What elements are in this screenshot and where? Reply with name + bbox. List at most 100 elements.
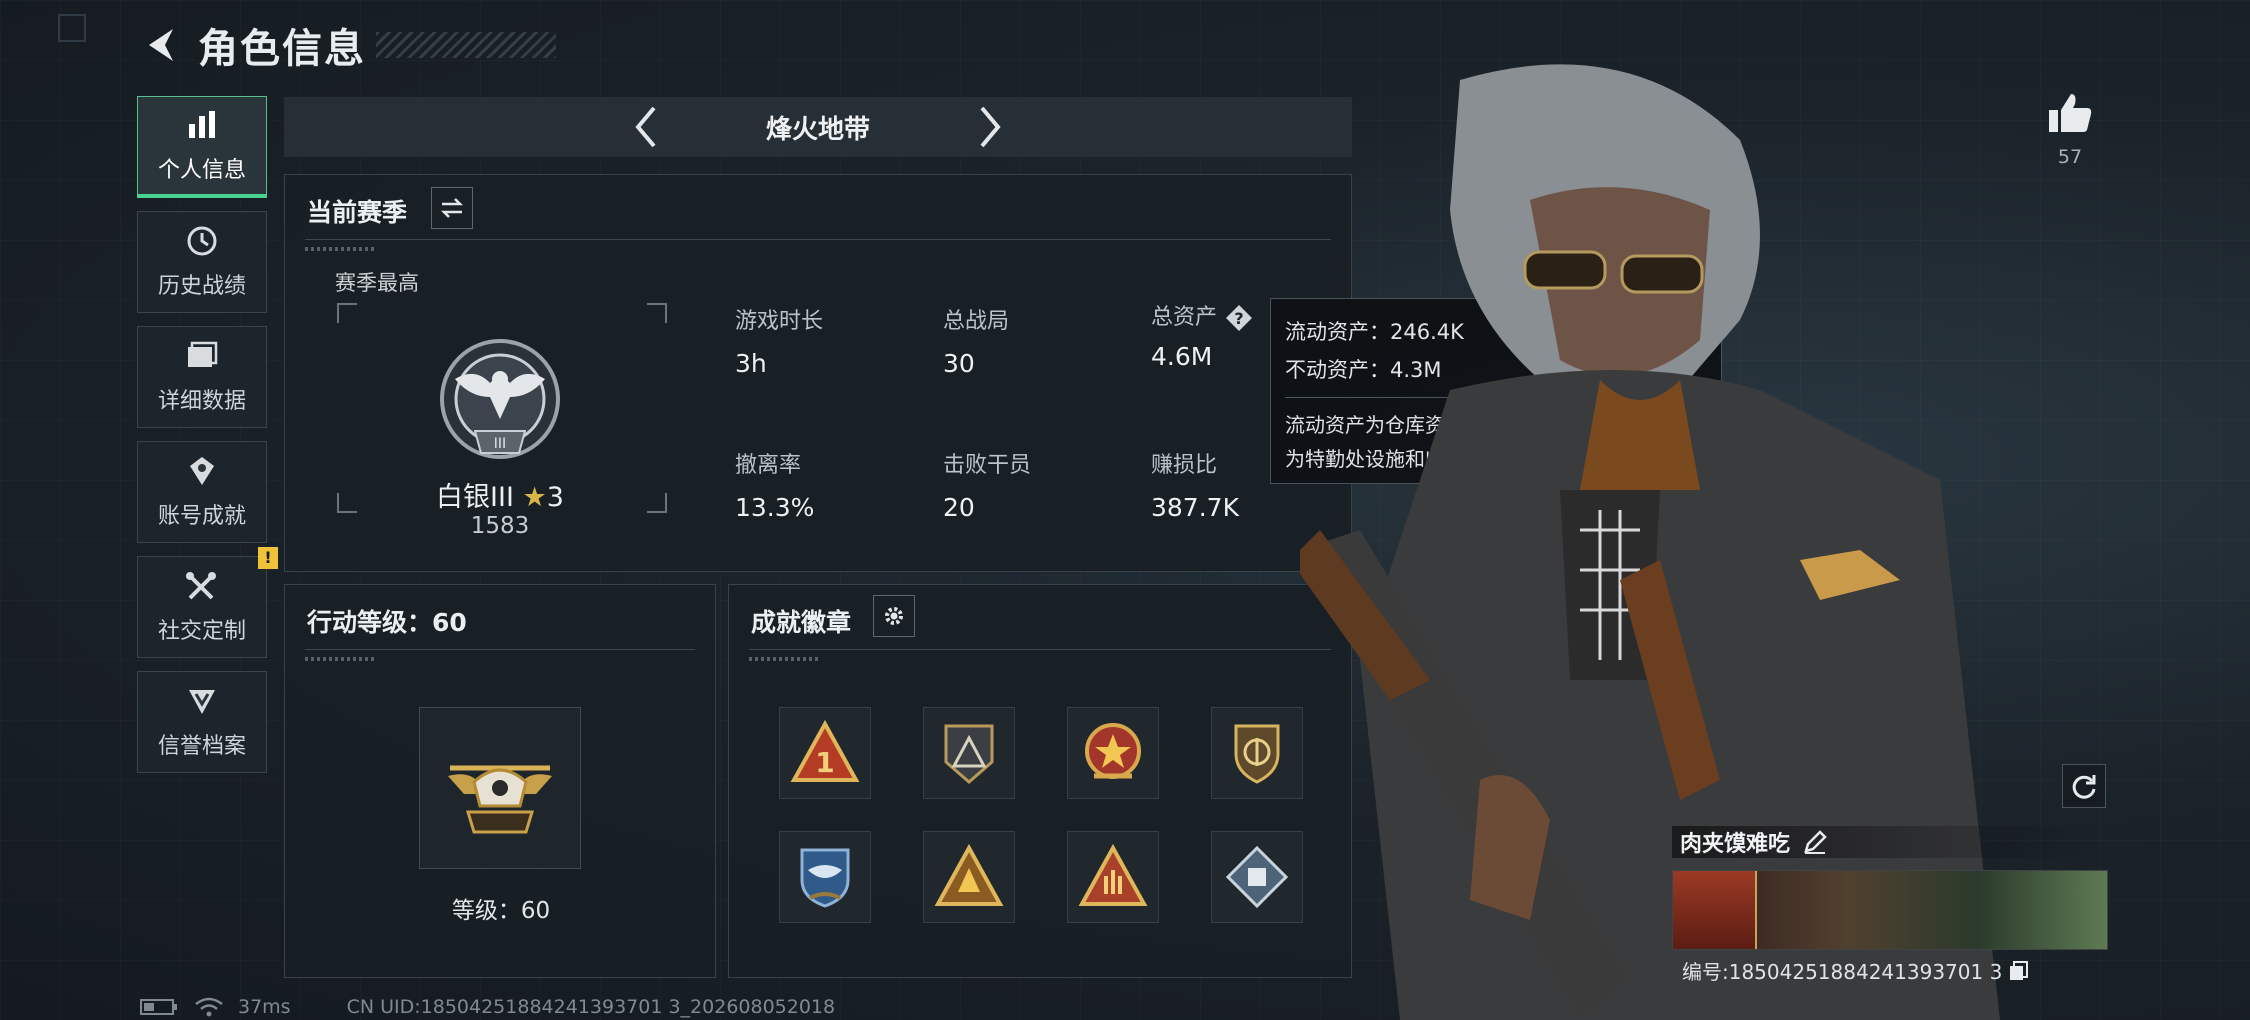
stat-label: 撤离率 [735, 453, 802, 478]
mode-name: 烽火地带 [765, 114, 870, 145]
refresh-button[interactable] [2062, 764, 2106, 808]
stat-total-assets: 总资产? 4.6M [1151, 299, 1253, 371]
frame-corner [337, 303, 357, 323]
sidebar-item-label: 详细数据 [157, 389, 246, 414]
stat-label-text: 总资产 [1151, 305, 1218, 330]
svg-text:III: III [494, 436, 506, 452]
chevron-left-icon [635, 106, 656, 148]
stat-value: 3h [735, 349, 767, 378]
stat-label: 击败干员 [943, 453, 1032, 478]
corner-decoration [58, 14, 86, 42]
refresh-icon [2072, 775, 2096, 799]
badge-slot[interactable]: 1 [779, 707, 871, 799]
divider-dots [305, 657, 375, 661]
rank-score: 1583 [470, 513, 530, 539]
player-banner [1672, 870, 2108, 950]
rank-stars: 3 [546, 482, 564, 513]
like-count: 57 [2057, 146, 2083, 168]
stat-label: 总资产? [1151, 299, 1253, 332]
sidebar-item-credit[interactable]: 信誉档案 [137, 671, 267, 773]
badge-slot[interactable] [1211, 707, 1303, 799]
stat-playtime: 游戏时长 3h [735, 303, 823, 378]
title-decoration [376, 32, 556, 58]
divider [749, 649, 1331, 650]
next-mode-button[interactable] [968, 102, 1012, 152]
level-panel: 行动等级：60 等级：60 [284, 584, 716, 978]
uid-text: CN UID:18504251884241393701 3_2026080520… [346, 996, 836, 1018]
sidebar-item-label: 社交定制 [157, 619, 246, 644]
sidebar-item-personal-info[interactable]: 个人信息 [137, 96, 267, 198]
stat-extract-rate: 撤离率 13.3% [735, 447, 814, 522]
season-best-label: 赛季最高 [335, 271, 419, 295]
swap-icon [440, 198, 464, 218]
ping-value: 37ms [238, 996, 291, 1018]
frame-corner [647, 303, 667, 323]
season-swap-button[interactable] [431, 187, 473, 229]
like-button[interactable]: 57 [2040, 92, 2100, 168]
sidebar-item-label: 历史战绩 [157, 274, 246, 299]
sidebar-item-social[interactable]: 社交定制 ! [137, 547, 278, 658]
history-icon [187, 226, 217, 256]
sidebar-item-history[interactable]: 历史战绩 [137, 211, 267, 313]
badge-slot[interactable] [1067, 831, 1159, 923]
gear-icon [885, 607, 903, 625]
bar-chart-icon [189, 110, 215, 138]
wifi-icon [195, 997, 223, 1017]
rank-tier: 白银III [436, 482, 514, 513]
dark-triangle-badge-icon [944, 724, 994, 784]
star-seal-badge-icon [1085, 723, 1141, 779]
prev-mode-button[interactable] [624, 102, 668, 152]
divider [305, 649, 695, 650]
level-emblem [419, 707, 581, 869]
sidebar-item-label: 个人信息 [157, 157, 246, 183]
player-id: 编号:18504251884241393701 3 [1682, 960, 2003, 984]
stat-value: 30 [943, 349, 975, 378]
divider-dots [305, 247, 375, 251]
badge-slot[interactable] [923, 831, 1015, 923]
badge-slot[interactable] [779, 831, 871, 923]
badge-grid: 1 [779, 707, 1303, 923]
player-avatar [1673, 871, 1757, 949]
badge-slot[interactable] [923, 707, 1015, 799]
divider [305, 239, 1331, 240]
stat-label: 游戏时长 [735, 309, 824, 334]
sidebar-item-label: 信誉档案 [157, 734, 246, 759]
edit-icon[interactable] [1802, 829, 1828, 855]
page-header: 角色信息 [140, 20, 556, 72]
stat-value: 4.6M [1151, 342, 1213, 371]
warning-badge: ! [258, 547, 278, 569]
silver-rank-emblem-icon: III [440, 339, 560, 459]
copy-icon[interactable] [2008, 960, 2030, 982]
helicopter-emblem-icon [448, 765, 552, 834]
hand-sign-badge-icon [1078, 843, 1148, 906]
season-title: 当前赛季 [307, 198, 408, 227]
badges-title: 成就徽章 [751, 608, 852, 637]
level-value: 等级：60 [451, 898, 551, 924]
sidebar-item-achievements[interactable]: 账号成就 [137, 441, 267, 543]
badges-panel: 成就徽章 1 [728, 584, 1352, 978]
rank-name: 白银III ★3 [285, 475, 715, 514]
back-button[interactable] [140, 23, 184, 67]
player-name: 肉夹馍难吃 [1680, 832, 1791, 857]
badge-slot[interactable] [1211, 831, 1303, 923]
gold-triangle-badge-icon [934, 843, 1004, 906]
sidebar-item-details[interactable]: 详细数据 [137, 326, 267, 428]
stat-total-matches: 总战局 30 [943, 303, 1009, 378]
triangle-one-badge-icon: 1 [790, 719, 860, 782]
sidebar-item-label: 账号成就 [157, 504, 246, 529]
player-card: 肉夹馍难吃 [1672, 826, 2108, 950]
level-title: 行动等级：60 [307, 608, 467, 637]
sidebar: 个人信息 历史战绩 详细数据 账号成就 社交定制 ! 信誉档案 [137, 96, 278, 786]
badge-settings-button[interactable] [873, 595, 915, 637]
help-icon[interactable]: ? [1225, 304, 1253, 332]
stat-kills: 击败干员 20 [943, 447, 1031, 522]
player-id-row: 编号:18504251884241393701 3 [1682, 956, 2030, 985]
shield-badge-icon [1234, 724, 1280, 784]
divider-dots [749, 657, 819, 661]
stat-label: 赚损比 [1151, 453, 1218, 478]
page-title: 角色信息 [198, 26, 366, 72]
season-panel: 当前赛季 赛季最高 III 白银III ★3 1583 游戏时长 3h 总战局 … [284, 174, 1352, 572]
svg-text:?: ? [1234, 309, 1243, 328]
badge-slot[interactable] [1067, 707, 1159, 799]
svg-text:1: 1 [815, 746, 834, 779]
